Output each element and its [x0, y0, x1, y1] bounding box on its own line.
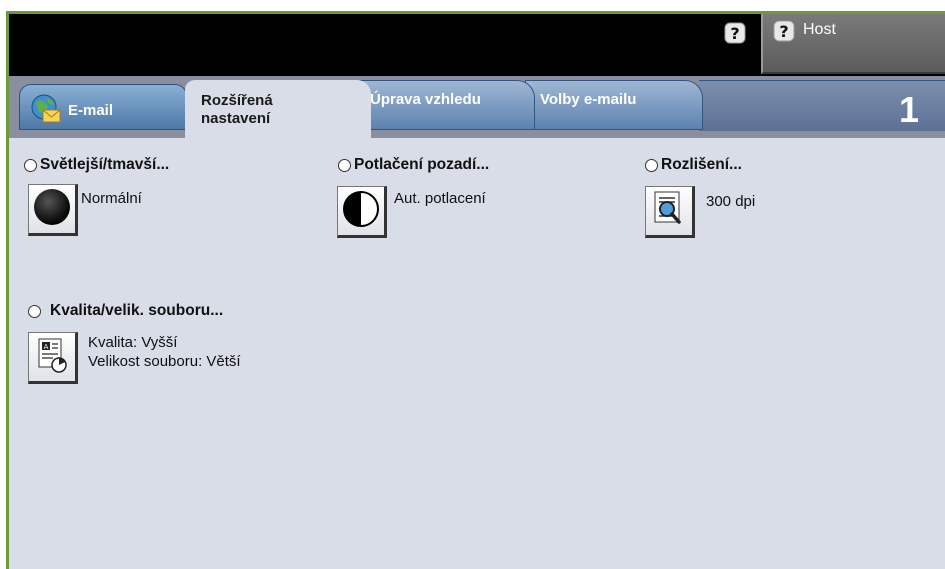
lighten-darken-value: Normální	[81, 190, 142, 207]
tab-advanced-settings[interactable]: Rozšířená nastavení	[185, 80, 371, 138]
question-mark-icon: ?	[724, 22, 746, 44]
half-circle-icon	[341, 189, 381, 234]
question-mark-icon: ?	[773, 20, 795, 42]
feature-background-suppression: Potlačení pozadí...	[338, 156, 489, 174]
tab-label: Úprava vzhledu	[370, 91, 481, 108]
radio-button[interactable]	[28, 304, 41, 318]
tab-label: Volby e-mailu	[540, 91, 637, 108]
host-label: Host	[803, 21, 836, 38]
tab-label: Rozšířená nastavení	[201, 92, 273, 128]
svg-text:A: A	[44, 343, 49, 351]
svg-text:?: ?	[730, 24, 739, 43]
quality-size-option[interactable]: Kvalita/velik. souboru...	[28, 302, 223, 320]
lighten-darken-button[interactable]	[28, 184, 78, 236]
host-button[interactable]: ? Host	[761, 14, 945, 74]
feature-lighten-darken: Světlejší/tmavší...	[24, 156, 169, 174]
feature-title: Rozlišení...	[661, 156, 742, 173]
quality-size-button[interactable]: A	[28, 332, 78, 384]
quality-value: Kvalita: Vyšší	[88, 334, 178, 351]
radio-button[interactable]	[24, 158, 37, 172]
radio-button[interactable]	[645, 158, 658, 172]
help-button[interactable]: ?	[721, 20, 749, 46]
top-banner	[0, 0, 945, 11]
tab-label: E-mail	[68, 102, 114, 119]
feature-title: Kvalita/velik. souboru...	[50, 302, 224, 319]
tab-strip: 1 Volby e-mailu Úprava vzhledu E-mail Ro	[9, 76, 945, 138]
globe-envelope-icon	[30, 94, 62, 129]
job-count: 1	[898, 89, 919, 130]
feature-resolution: Rozlišení...	[645, 156, 742, 174]
magnifier-document-icon	[652, 190, 686, 233]
background-suppression-option[interactable]: Potlačení pozadí...	[338, 156, 489, 174]
resolution-value: 300 dpi	[706, 193, 756, 210]
device-screen: ? ? Host 1 Volby e-mailu Úprava vzhledu	[6, 11, 945, 569]
feature-title: Potlačení pozadí...	[354, 156, 490, 173]
tab-email-options[interactable]: Volby e-mailu	[525, 80, 703, 130]
feature-title: Světlejší/tmavší...	[40, 156, 170, 173]
background-suppression-button[interactable]	[337, 186, 387, 238]
document-quality-icon: A	[35, 336, 69, 379]
background-suppression-value: Aut. potlacení	[394, 190, 486, 207]
dark-circle-icon	[32, 187, 72, 232]
resolution-button[interactable]	[645, 186, 695, 238]
radio-button[interactable]	[338, 158, 351, 172]
tab-layout-adjustment[interactable]: Úprava vzhledu	[355, 80, 535, 130]
tab-label-line1: Rozšířená	[201, 92, 273, 109]
tab-email[interactable]: E-mail	[19, 84, 187, 130]
resolution-option[interactable]: Rozlišení...	[645, 156, 742, 174]
header-bar: ? ? Host	[9, 14, 945, 76]
svg-text:?: ?	[779, 22, 788, 41]
lighten-darken-option[interactable]: Světlejší/tmavší...	[24, 156, 169, 174]
feature-quality-size: Kvalita/velik. souboru...	[28, 302, 223, 320]
tab-strip-filler: 1	[699, 80, 945, 131]
file-size-value: Velikost souboru: Větší	[88, 353, 241, 370]
tab-label-line2: nastavení	[201, 110, 271, 127]
